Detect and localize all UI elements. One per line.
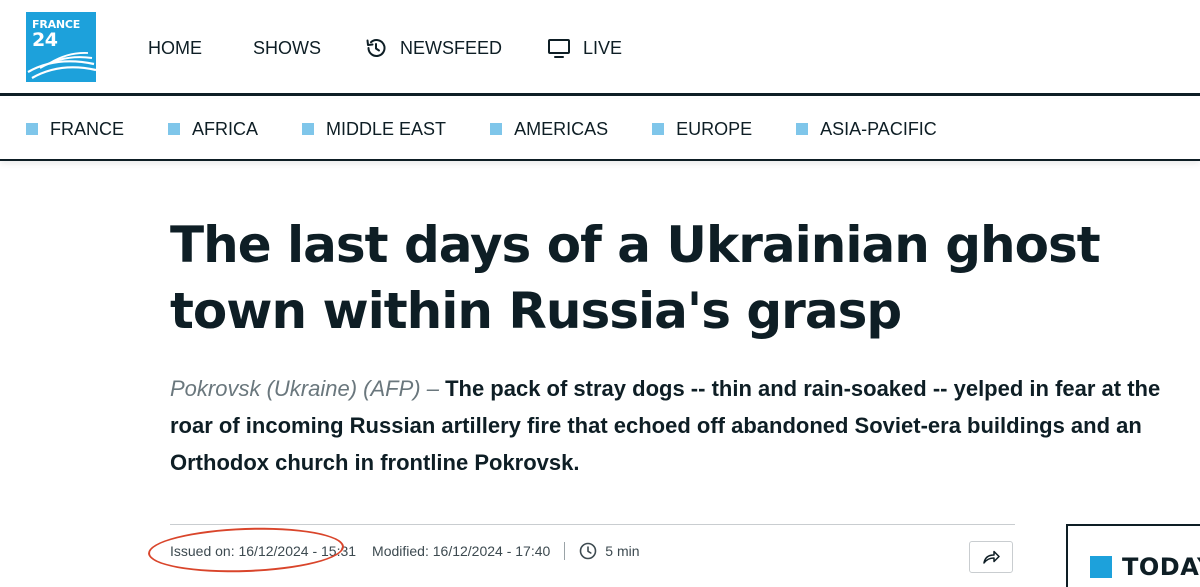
section-label: AFRICA [192,118,259,139]
main-nav: HOME SHOWS NEWSFEED LIVE [148,30,622,66]
section-africa[interactable]: AFRICA [168,119,258,140]
section-label: MIDDLE EAST [326,118,447,139]
nav-live[interactable]: LIVE [547,36,622,60]
section-label: EUROPE [676,118,753,139]
share-button[interactable] [969,541,1013,573]
today-panel: TODAY [1066,524,1200,587]
nav-shows[interactable]: SHOWS [253,38,321,59]
tv-monitor-icon [547,36,571,60]
nav-home-label: HOME [148,37,202,58]
nav-shows-label: SHOWS [253,37,322,58]
nav-newsfeed-label: NEWSFEED [400,37,503,58]
share-arrow-icon [983,550,1000,564]
section-square-icon [26,123,38,135]
meta-divider [170,524,1015,525]
section-europe[interactable]: EUROPE [652,119,752,140]
section-middle-east[interactable]: MIDDLE EAST [302,119,446,140]
section-square-icon [168,123,181,135]
issued-date-annotation-circle [147,524,345,576]
today-square-icon [1090,556,1112,578]
section-label: ASIA-PACIFIC [820,118,937,139]
france24-logo[interactable]: FRANCE 24 [26,12,96,82]
section-square-icon [490,123,503,135]
section-asia-pacific[interactable]: ASIA-PACIFIC [796,119,937,140]
logo-text-24: 24 [32,29,58,51]
section-square-icon [652,123,665,135]
section-americas[interactable]: AMERICAS [490,119,608,140]
section-france[interactable]: FRANCE [26,119,124,140]
article-headline: The last days of a Ukrainian ghost town … [170,216,1101,340]
section-bar: FRANCE AFRICA MIDDLE EAST AMERICAS EUROP… [0,99,1200,161]
nav-live-label: LIVE [583,37,623,58]
article-dateline: Pokrovsk (Ukraine) (AFP) – [170,376,439,401]
history-clock-icon [364,36,388,60]
clock-icon [579,542,597,560]
nav-home[interactable]: HOME [148,38,202,59]
section-label: FRANCE [50,118,125,139]
read-time: 5 min [605,543,640,559]
section-square-icon [302,123,315,135]
modified-date: Modified: 16/12/2024 - 17:40 [372,543,551,559]
today-label: TODAY [1122,553,1200,581]
nav-newsfeed[interactable]: NEWSFEED [364,36,502,60]
section-label: AMERICAS [514,118,609,139]
meta-separator [564,542,566,560]
top-header: FRANCE 24 HOME SHOWS NEWSFEED LIVE [0,0,1200,96]
section-square-icon [796,123,809,135]
article-lead: Pokrovsk (Ukraine) (AFP) – The pack of s… [170,370,1170,481]
